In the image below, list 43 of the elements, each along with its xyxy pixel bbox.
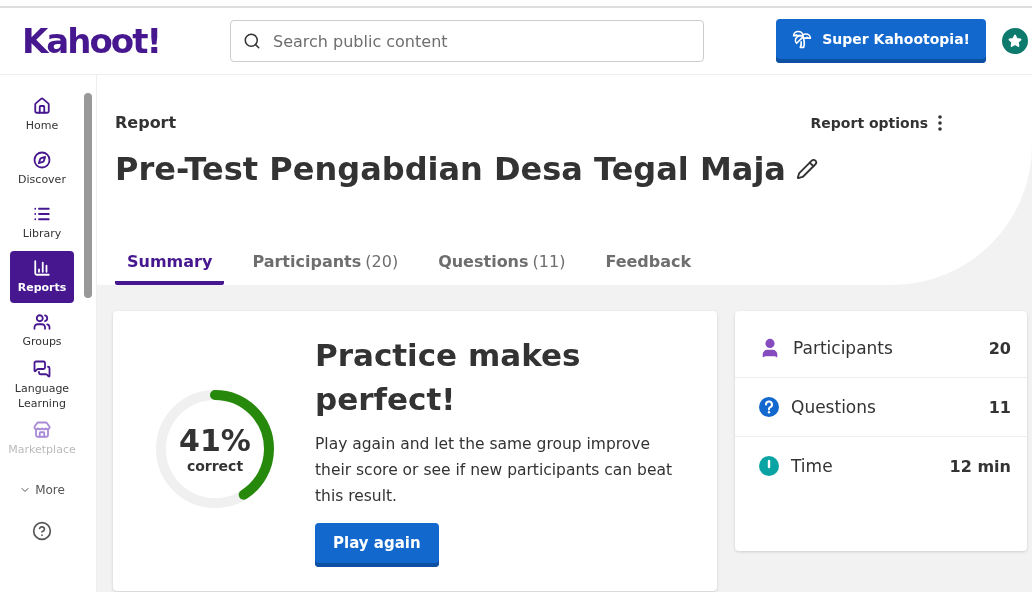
library-icon [33, 205, 51, 223]
pencil-icon[interactable] [795, 158, 818, 180]
stat-value: 11 [988, 397, 1011, 417]
palm-tree-icon [792, 29, 813, 49]
tab[interactable]: Summary [115, 252, 225, 285]
report-options-button[interactable]: Report options [810, 114, 942, 131]
stat-label: Time [791, 456, 834, 476]
breadcrumb: Report [115, 113, 177, 132]
more-button[interactable]: More [19, 483, 65, 497]
search-field[interactable]: Search public content [230, 20, 704, 62]
star-badge[interactable] [1002, 28, 1028, 54]
upgrade-button[interactable]: Super Kahootopia! [776, 19, 986, 63]
stat-label: Participants [793, 338, 894, 358]
logo[interactable]: Kahoot! [22, 21, 230, 61]
discover-icon [33, 151, 51, 169]
report-title: Pre-Test Pengabdian Desa Tegal Maja [115, 150, 786, 188]
help-icon[interactable] [32, 521, 52, 541]
search-icon [243, 32, 261, 50]
percent-correct: 41% [179, 424, 251, 458]
sidebar-item[interactable]: Discover [10, 143, 74, 195]
stat-label: Questions [791, 397, 877, 417]
sidebar-item[interactable]: Language Learning [10, 359, 74, 411]
sidebar-item[interactable]: Library [10, 197, 74, 249]
star-icon [1008, 34, 1022, 48]
summary-text: Play again and let the same group improve their score or see if new participants can beat this result. [315, 434, 673, 507]
home-icon [33, 97, 51, 115]
sidebar-item[interactable]: Reports [10, 251, 74, 303]
summary-heading: Practice makes perfect! [315, 336, 582, 419]
sidebar-item[interactable]: Groups [10, 305, 74, 357]
percent-caption: correct [186, 458, 244, 474]
language-icon [33, 359, 51, 378]
more-icon [938, 114, 942, 131]
reports-icon [33, 259, 51, 277]
tab[interactable]: Questions (11) [426, 252, 578, 285]
scrollbar[interactable] [84, 93, 92, 298]
sidebar-item[interactable]: Home [10, 89, 74, 141]
stat-value: 12 min [949, 456, 1011, 476]
groups-icon [33, 313, 51, 331]
tab[interactable]: Participants (20) [240, 252, 411, 285]
marketplace-icon [33, 421, 51, 439]
play-again-button[interactable]: Play again [315, 523, 439, 567]
stat-value: 20 [988, 338, 1011, 358]
tab[interactable]: Feedback [593, 252, 704, 285]
